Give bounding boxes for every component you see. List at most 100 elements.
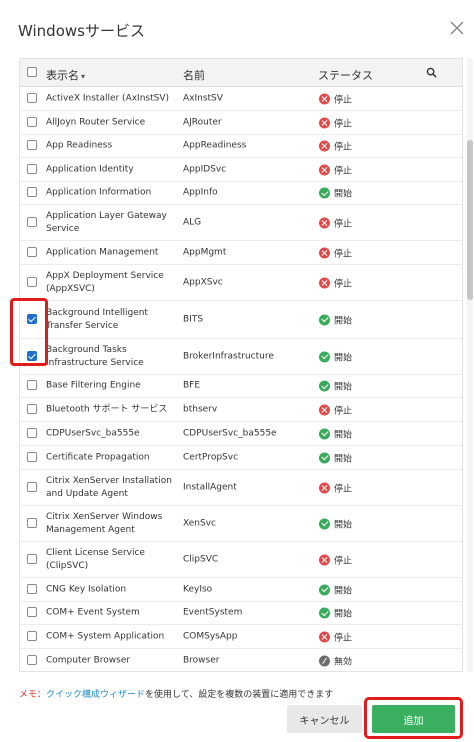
- select-all-checkbox[interactable]: [27, 67, 37, 77]
- cell-display-name: CDPUserSvc_ba555e: [46, 428, 140, 438]
- status-label: 開始: [334, 430, 353, 440]
- cell-display-name: Bluetooth サポート サービス: [46, 404, 168, 414]
- cell-display-name: Application Layer Gateway Service: [46, 210, 167, 234]
- status-label: 開始: [334, 609, 353, 620]
- cell-status: 停止: [319, 403, 352, 416]
- status-label: 無効: [334, 657, 353, 667]
- header-status[interactable]: ステータス: [318, 67, 373, 83]
- cell-display-name: Certificate Propagation: [46, 452, 150, 462]
- cell-service-name: BFE: [183, 380, 201, 391]
- table-row[interactable]: AllJoyn Router Service AJRouter 停止: [20, 111, 462, 135]
- table-row[interactable]: Background Tasks Infrastructure Service B…: [20, 339, 462, 375]
- row-checkbox[interactable]: [27, 517, 37, 528]
- status-label: 停止: [334, 279, 353, 289]
- table-row[interactable]: Background Intelligent Transfer Service B…: [20, 301, 462, 339]
- row-checkbox[interactable]: [27, 246, 37, 257]
- status-disabled-icon: [319, 655, 330, 666]
- cell-service-name: BITS: [183, 314, 204, 324]
- row-checkbox[interactable]: [27, 187, 37, 197]
- cell-display-name: Citrix XenServer Installation and Update…: [46, 475, 172, 499]
- close-icon[interactable]: [449, 20, 465, 36]
- row-checkbox[interactable]: [27, 140, 37, 150]
- cell-service-name: AppMgmt: [183, 247, 227, 257]
- cell-display-name: Background Tasks Infrastructure Service: [46, 344, 144, 368]
- cell-display-name: Citrix XenServer Windows Management Agen…: [46, 511, 163, 535]
- table-row[interactable]: Certificate Propagation CertPropSvc 開始: [20, 446, 462, 470]
- row-checkbox[interactable]: [27, 630, 37, 641]
- row-checkbox[interactable]: [27, 654, 37, 665]
- table-row[interactable]: Application Management AppMgmt 停止: [20, 241, 462, 265]
- row-checkbox[interactable]: [27, 276, 37, 287]
- table-row[interactable]: App Readiness AppReadiness 停止: [20, 135, 462, 158]
- status-stop-icon: [319, 554, 330, 565]
- row-checkbox[interactable]: [27, 607, 37, 617]
- row-checkbox[interactable]: [27, 481, 37, 492]
- row-checkbox[interactable]: [27, 163, 37, 174]
- row-checkbox[interactable]: [27, 216, 37, 227]
- cell-service-name: AJRouter: [183, 117, 222, 127]
- cell-service-name: KeyIso: [183, 584, 213, 594]
- cell-status: 開始: [319, 350, 352, 363]
- sort-icon[interactable]: ▾: [81, 72, 85, 81]
- table-row[interactable]: Citrix XenServer Windows Management Agen…: [20, 506, 462, 542]
- status-label: 開始: [334, 520, 353, 530]
- cell-service-name: COMSysApp: [183, 631, 238, 641]
- table-row[interactable]: ActiveX Installer (AxInstSV) AxInstSV 停止: [20, 87, 462, 111]
- cell-service-name: Browser: [183, 655, 220, 665]
- row-checkbox[interactable]: [27, 380, 37, 390]
- table-row[interactable]: Client License Service (ClipSVC) ClipSVC 停…: [20, 542, 462, 578]
- status-label: 開始: [334, 353, 353, 363]
- scrollbar-thumb[interactable]: [467, 140, 473, 300]
- cell-status: 開始: [319, 517, 352, 530]
- cell-status: 停止: [319, 553, 352, 566]
- table-row[interactable]: Application Identity AppIDSvc 停止: [20, 158, 462, 182]
- row-checkbox[interactable]: [27, 427, 37, 438]
- status-run-icon: [319, 584, 330, 595]
- cell-service-name: AppXSvc: [183, 277, 223, 287]
- row-checkbox[interactable]: [27, 92, 37, 103]
- cancel-button[interactable]: キャンセル: [287, 705, 362, 733]
- table-row[interactable]: Application Layer Gateway Service ALG 停止: [20, 205, 462, 241]
- row-checkbox[interactable]: [27, 451, 37, 462]
- highlight-annotation-add-button: [364, 697, 463, 739]
- table-row[interactable]: COM+ Event System EventSystem 開始: [20, 602, 462, 625]
- dialog-title: Windowsサービス: [18, 22, 145, 40]
- table-row[interactable]: CDPUserSvc_ba555e CDPUserSvc_ba555e 開始: [20, 422, 462, 446]
- cell-status: 停止: [319, 246, 352, 259]
- row-checkbox[interactable]: [27, 116, 37, 127]
- cell-display-name: ActiveX Installer (AxInstSV): [46, 93, 170, 103]
- table-row[interactable]: COM+ System Application COMSysApp 停止: [20, 625, 462, 649]
- status-stop-icon: [319, 631, 330, 642]
- cell-status: 停止: [319, 116, 352, 129]
- cell-status: 開始: [319, 607, 352, 620]
- cell-display-name: Application Management: [46, 247, 159, 257]
- status-label: 開始: [334, 316, 353, 326]
- status-stop-icon: [319, 277, 330, 288]
- status-label: 停止: [334, 556, 353, 566]
- cell-display-name: Base Filtering Engine: [46, 380, 141, 391]
- table-row[interactable]: Bluetooth サポート サービス bthserv 停止: [20, 398, 462, 422]
- row-checkbox[interactable]: [27, 553, 37, 564]
- status-label: 停止: [334, 484, 353, 494]
- search-icon[interactable]: [426, 67, 437, 78]
- header-name[interactable]: 名前: [183, 67, 205, 83]
- status-run-icon: [319, 428, 330, 439]
- cell-display-name: COM+ Event System: [46, 607, 140, 618]
- cell-status: 開始: [319, 380, 352, 393]
- table-row[interactable]: Citrix XenServer Installation and Update…: [20, 470, 462, 506]
- table-row[interactable]: Base Filtering Engine BFE 開始: [20, 375, 462, 398]
- status-run-icon: [319, 607, 330, 619]
- table-row[interactable]: AppX Deployment Service (AppXSVC) AppXSvc…: [20, 265, 462, 301]
- cell-status: 停止: [319, 92, 352, 105]
- cell-service-name: XenSvc: [183, 518, 216, 528]
- status-run-icon: [319, 452, 330, 463]
- table-row[interactable]: Application Information AppInfo 開始: [20, 182, 462, 205]
- quick-config-wizard-link[interactable]: クイック構成ウィザード: [46, 690, 145, 700]
- row-checkbox[interactable]: [27, 403, 37, 414]
- table-row[interactable]: Computer Browser Browser 無効: [20, 649, 462, 671]
- row-checkbox[interactable]: [27, 583, 37, 594]
- header-display-name-label: 表示名: [46, 69, 79, 82]
- table-row[interactable]: CNG Key Isolation KeyIso 開始: [20, 578, 462, 602]
- header-display-name[interactable]: 表示名 ▾: [46, 67, 85, 83]
- status-stop-icon: [319, 117, 330, 128]
